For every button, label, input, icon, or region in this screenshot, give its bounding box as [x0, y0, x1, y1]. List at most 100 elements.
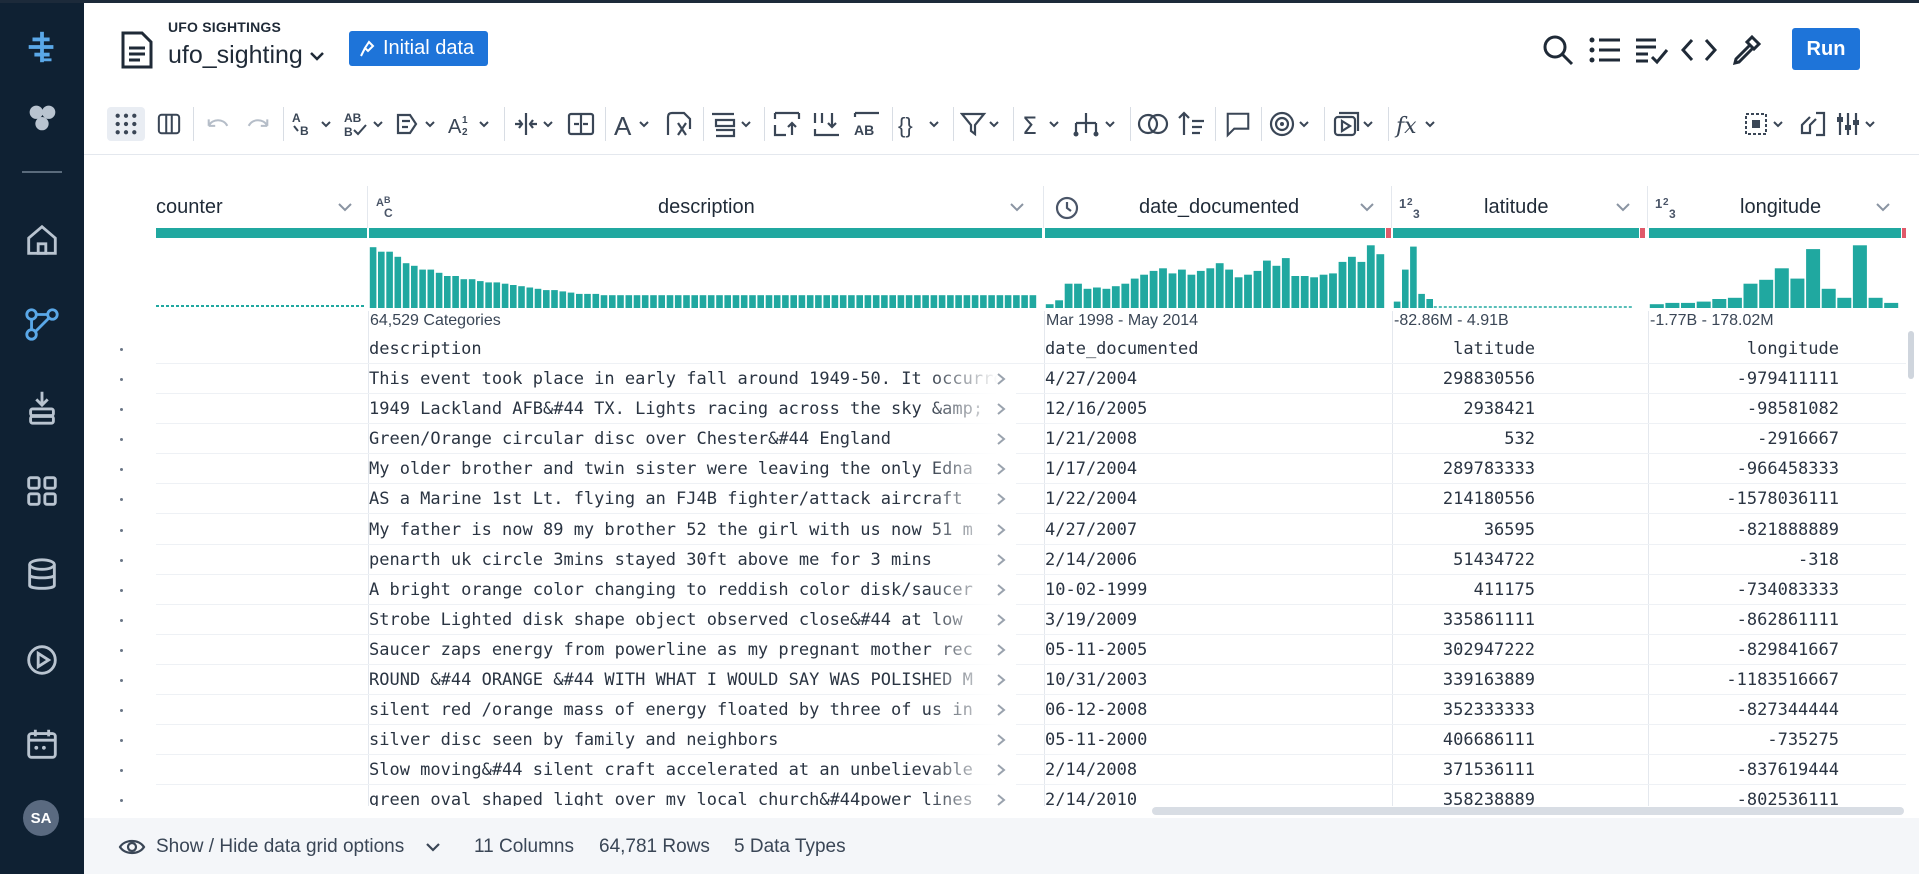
column-header-date-documented[interactable]: date_documented: [1044, 186, 1392, 228]
cell-latitude: 339163889: [1442, 670, 1535, 690]
table-row[interactable]: This event took place in early fall arou…: [156, 364, 1906, 394]
sort-icon[interactable]: [1174, 107, 1208, 141]
cell-latitude: 298830556: [1442, 369, 1535, 389]
column-profile-icon[interactable]: [1796, 107, 1830, 141]
user-avatar[interactable]: SA: [23, 800, 59, 836]
hex-cluster-icon[interactable]: [18, 93, 66, 141]
chevron-right-icon[interactable]: [994, 523, 1008, 537]
text-transform-icon[interactable]: A: [612, 107, 656, 141]
column-header-description[interactable]: ABC description: [368, 186, 1044, 228]
vertical-scrollbar[interactable]: [1908, 331, 1914, 379]
table-row[interactable]: My older brother and twin sister were le…: [156, 454, 1906, 485]
table-row[interactable]: AS a Marine 1st Lt. flying an FJ4B fight…: [156, 484, 1906, 515]
flow-icon[interactable]: [18, 300, 66, 348]
rename-icon[interactable]: AB: [290, 107, 336, 141]
chevron-down-icon[interactable]: [1874, 198, 1892, 216]
chevron-right-icon[interactable]: [994, 643, 1008, 657]
footer: Show / Hide data grid options 11 Columns…: [84, 818, 1919, 874]
merge-columns-icon[interactable]: [564, 107, 598, 141]
columns-view-icon[interactable]: [152, 107, 186, 141]
select-icon[interactable]: [1742, 107, 1790, 141]
checklist-icon[interactable]: [1632, 30, 1672, 70]
json-icon[interactable]: {}: [898, 107, 946, 141]
move-up-icon[interactable]: [770, 107, 804, 141]
grid-options-toggle[interactable]: Show / Hide data grid options: [118, 834, 442, 860]
histogram-description[interactable]: [369, 242, 1037, 308]
pivot-icon[interactable]: [1072, 107, 1124, 141]
group-icon[interactable]: [710, 107, 756, 141]
calendar-icon[interactable]: [18, 720, 66, 768]
chevron-down-icon[interactable]: [1008, 198, 1026, 216]
chevron-right-icon[interactable]: [994, 492, 1008, 506]
chevron-right-icon[interactable]: [994, 613, 1008, 627]
import-icon[interactable]: [18, 383, 66, 431]
histogram-longitude[interactable]: [1649, 242, 1899, 308]
apps-icon[interactable]: [18, 467, 66, 515]
table-row[interactable]: 1949 Lackland AFB&#44 TX. Lights racing …: [156, 394, 1906, 425]
aggregate-icon[interactable]: Σ: [1020, 107, 1066, 141]
chevron-down-icon[interactable]: [1614, 198, 1632, 216]
table-row[interactable]: green oval shaped light over my local ch…: [156, 785, 1906, 806]
table-row[interactable]: My father is now 89 my brother 52 the gi…: [156, 514, 1906, 545]
chevron-right-icon[interactable]: [994, 793, 1008, 806]
target-icon[interactable]: [1268, 107, 1316, 141]
column-header-latitude[interactable]: 123 latitude: [1392, 186, 1648, 228]
table-row[interactable]: A bright orange color changing to reddis…: [156, 574, 1906, 605]
histogram-bar: [848, 295, 855, 308]
table-row[interactable]: silent red /orange mass of energy floate…: [156, 695, 1906, 726]
table-row[interactable]: silver disc seen by family and neighbors…: [156, 725, 1906, 756]
extract-icon[interactable]: [662, 107, 696, 141]
eyedropper-icon[interactable]: [1726, 30, 1766, 70]
code-icon[interactable]: [1679, 30, 1719, 70]
split-column-icon[interactable]: [512, 107, 560, 141]
histogram-latitude[interactable]: [1393, 242, 1633, 308]
chevron-right-icon[interactable]: [994, 733, 1008, 747]
undo-icon[interactable]: [202, 107, 234, 141]
function-icon[interactable]: fx: [1394, 107, 1444, 141]
play-circle-icon[interactable]: [18, 636, 66, 684]
comment-icon[interactable]: [1222, 107, 1254, 141]
chevron-right-icon[interactable]: [994, 763, 1008, 777]
run-button[interactable]: Run: [1792, 28, 1860, 70]
chevron-right-icon[interactable]: [994, 402, 1008, 416]
filter-icon[interactable]: [960, 107, 1006, 141]
chevron-down-icon[interactable]: [1358, 198, 1376, 216]
redo-icon[interactable]: [242, 107, 274, 141]
chevron-right-icon[interactable]: [994, 703, 1008, 717]
replace-text-icon[interactable]: AB: [850, 107, 884, 141]
home-icon[interactable]: [18, 216, 66, 264]
join-icon[interactable]: [1136, 107, 1170, 141]
chevron-down-icon[interactable]: [336, 198, 354, 216]
chevron-right-icon[interactable]: [994, 462, 1008, 476]
histogram-counter[interactable]: [156, 242, 364, 308]
format-icon[interactable]: [394, 107, 440, 141]
chevron-right-icon[interactable]: [994, 372, 1008, 386]
table-row[interactable]: ROUND &#44 ORANGE &#44 WITH WHAT I WOULD…: [156, 665, 1906, 695]
table-row[interactable]: Green/Orange circular disc over Chester&…: [156, 424, 1906, 455]
table-row[interactable]: Slow moving&#44 silent craft accelerated…: [156, 755, 1906, 786]
column-header-longitude[interactable]: 123 longitude: [1648, 186, 1906, 228]
database-icon[interactable]: [18, 551, 66, 599]
table-row[interactable]: penarth uk circle 3mins stayed 30ft abov…: [156, 544, 1906, 575]
list-icon[interactable]: [1585, 30, 1625, 70]
search-icon[interactable]: [1538, 30, 1578, 70]
chevron-right-icon[interactable]: [994, 583, 1008, 597]
move-down-icon[interactable]: [810, 107, 844, 141]
chevron-right-icon[interactable]: [994, 553, 1008, 567]
quality-bar-invalid: [1902, 228, 1906, 238]
initial-data-badge[interactable]: Initial data: [349, 31, 489, 66]
column-header-counter[interactable]: counter: [156, 186, 368, 228]
number-format-icon[interactable]: A12: [446, 107, 494, 141]
table-row[interactable]: Saucer zaps energy from powerline as my …: [156, 634, 1906, 665]
media-icon[interactable]: [1330, 107, 1380, 141]
horizontal-scrollbar[interactable]: [1152, 807, 1904, 815]
table-row[interactable]: Strobe Lighted disk shape object observe…: [156, 604, 1906, 635]
chevron-right-icon[interactable]: [994, 673, 1008, 687]
histogram-date[interactable]: [1045, 242, 1385, 308]
dataset-title-dropdown[interactable]: ufo_sighting: [168, 41, 325, 70]
logo-icon[interactable]: [18, 23, 66, 71]
grid-view-icon[interactable]: [107, 107, 145, 141]
chevron-right-icon[interactable]: [994, 432, 1008, 446]
settings-sliders-icon[interactable]: [1834, 107, 1884, 141]
spellcheck-icon[interactable]: AB B: [342, 107, 388, 141]
